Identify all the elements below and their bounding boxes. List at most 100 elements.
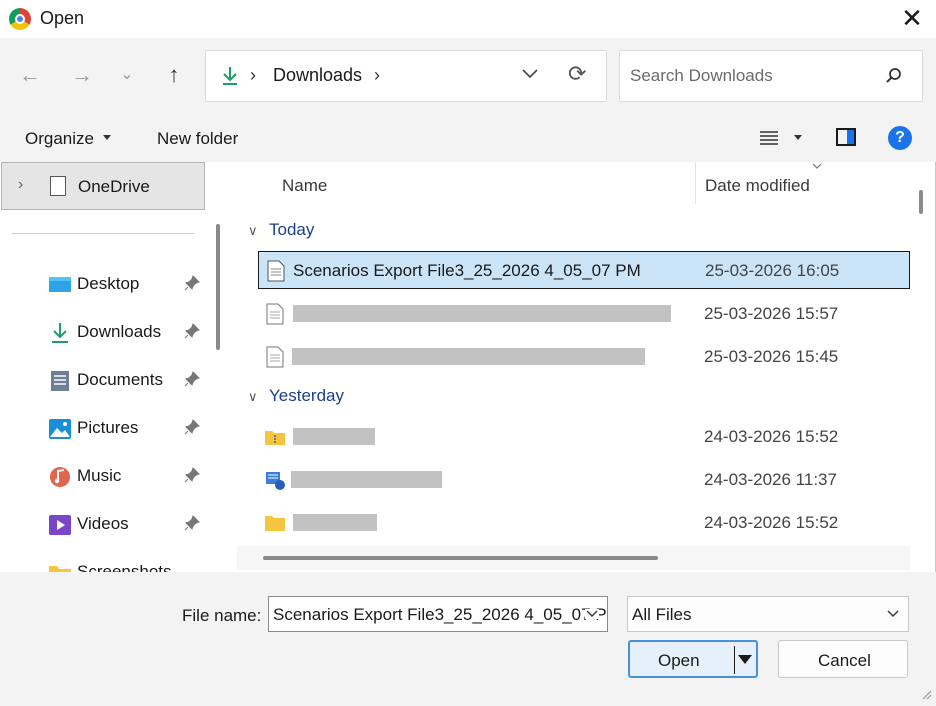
sidebar-item-label: Videos (77, 514, 129, 533)
sidebar-item-pictures[interactable]: Pictures (0, 406, 206, 450)
desktop-icon (49, 277, 71, 292)
file-row[interactable]: 24-03-2026 15:52 (258, 504, 910, 542)
sidebar-item-label: Screenshots (77, 562, 172, 572)
open-file-dialog: Open ✕ ← → ⌄ ↑ › Downloads › ⟳ Search Do… (0, 0, 936, 706)
sidebar-item-label: Music (77, 466, 122, 485)
document-icon (266, 346, 284, 368)
file-list-vertical-scrollbar[interactable] (919, 190, 923, 214)
file-type-select[interactable]: All Files (627, 596, 909, 632)
sidebar-item-music[interactable]: Music (0, 454, 206, 498)
chevron-down-icon[interactable] (886, 609, 900, 619)
zip-folder-icon (265, 431, 285, 445)
file-type-value: All Files (632, 605, 692, 624)
forward-arrow-icon[interactable]: → (68, 61, 96, 89)
open-button[interactable]: Open (628, 640, 758, 678)
breadcrumb-separator[interactable]: › (374, 65, 380, 86)
preview-pane-icon[interactable] (836, 128, 856, 146)
dialog-title: Open (40, 8, 85, 28)
file-date: 25-03-2026 15:45 (704, 347, 839, 366)
resize-grip-icon[interactable] (920, 688, 932, 702)
up-arrow-icon[interactable]: ↑ (160, 61, 188, 89)
cancel-button-label: Cancel (818, 651, 871, 670)
pin-icon[interactable] (184, 275, 200, 291)
file-row[interactable]: 25-03-2026 15:45 (258, 338, 910, 376)
file-row[interactable]: Scenarios Export File3_25_2026 4_05_07 P… (258, 251, 910, 289)
group-label: Yesterday (269, 386, 344, 405)
sidebar-item-onedrive[interactable]: › OneDrive (1, 162, 205, 210)
file-date: 25-03-2026 16:05 (705, 261, 840, 280)
download-icon (223, 67, 237, 85)
pin-icon[interactable] (184, 419, 200, 435)
view-options-icon[interactable] (760, 130, 778, 146)
address-history-chevron-icon[interactable] (520, 63, 540, 83)
organize-button[interactable]: Organize (25, 129, 94, 149)
organize-caret-icon[interactable] (103, 135, 111, 140)
search-icon[interactable] (884, 66, 904, 86)
file-list: Name Date modified ∨ Today Scenarios Expo… (234, 162, 910, 572)
help-icon[interactable]: ? (888, 126, 912, 150)
redacted-file-name (291, 471, 442, 488)
close-icon[interactable]: ✕ (898, 4, 926, 32)
title-bar: Open ✕ (0, 0, 936, 38)
breadcrumb-downloads[interactable]: Downloads (273, 65, 362, 86)
chevron-down-icon[interactable] (585, 609, 599, 619)
file-name-field[interactable]: Scenarios Export File3_25_2026 4_05_07 P… (268, 596, 608, 632)
pin-icon[interactable] (184, 371, 200, 387)
open-options-caret-icon[interactable] (738, 655, 752, 664)
file-row[interactable]: 24-03-2026 15:52 (258, 418, 910, 456)
sidebar-scrollbar[interactable] (216, 224, 220, 350)
horizontal-scrollbar-thumb[interactable] (263, 556, 658, 560)
recent-locations-chevron-icon[interactable]: ⌄ (113, 61, 141, 89)
column-header-date-modified[interactable]: Date modified (705, 176, 810, 196)
group-header-today[interactable]: ∨ Today (248, 220, 314, 240)
videos-icon (49, 515, 71, 535)
download-icon (52, 323, 68, 343)
pictures-icon (49, 419, 71, 439)
command-bar: Organize New folder ? (0, 114, 936, 162)
chrome-icon (9, 8, 31, 30)
column-divider[interactable] (695, 162, 696, 204)
breadcrumb-separator[interactable]: › (250, 65, 256, 86)
pin-icon[interactable] (184, 515, 200, 531)
column-header-name[interactable]: Name (282, 176, 327, 196)
search-box[interactable]: Search Downloads (619, 50, 923, 102)
navigation-pane: › OneDrive Desktop Downloads Documents P… (0, 162, 206, 572)
sidebar-item-videos[interactable]: Videos (0, 502, 206, 546)
documents-icon (51, 371, 69, 391)
sidebar-item-documents[interactable]: Documents (0, 358, 206, 402)
document-icon (267, 260, 285, 282)
file-date: 24-03-2026 11:37 (704, 470, 837, 489)
address-bar[interactable]: › Downloads › ⟳ (205, 50, 607, 102)
group-label: Today (269, 220, 315, 239)
pin-icon[interactable] (184, 467, 200, 483)
sort-chevron-icon (812, 163, 822, 169)
redacted-file-name (293, 305, 671, 322)
view-caret-icon[interactable] (794, 135, 802, 140)
expand-chevron-icon[interactable]: › (18, 176, 23, 194)
back-arrow-icon[interactable]: ← (16, 61, 44, 89)
sidebar-item-desktop[interactable]: Desktop (0, 262, 206, 306)
new-folder-button[interactable]: New folder (157, 129, 238, 149)
pin-icon[interactable] (184, 323, 200, 339)
collapse-chevron-icon[interactable]: ∨ (248, 223, 262, 239)
file-row[interactable]: 24-03-2026 11:37 (258, 461, 910, 499)
sidebar-item-label: Documents (77, 370, 163, 389)
group-header-yesterday[interactable]: ∨ Yesterday (248, 386, 344, 406)
refresh-icon[interactable]: ⟳ (568, 61, 586, 87)
music-icon (50, 467, 70, 487)
sidebar-item-downloads[interactable]: Downloads (0, 310, 206, 354)
document-icon (50, 176, 66, 196)
folder-icon (265, 516, 285, 531)
file-row[interactable]: 25-03-2026 15:57 (258, 295, 910, 333)
redacted-file-name (293, 514, 377, 531)
collapse-chevron-icon[interactable]: ∨ (248, 389, 262, 405)
sidebar-item-screenshots[interactable]: Screenshots (0, 550, 206, 572)
search-input[interactable]: Search Downloads (630, 66, 773, 86)
sidebar-item-label: Pictures (77, 418, 139, 437)
sidebar-item-label: Desktop (77, 274, 140, 293)
file-name-value[interactable]: Scenarios Export File3_25_2026 4_05_07 P… (273, 605, 607, 625)
redacted-file-name (293, 428, 375, 445)
redacted-file-name (292, 348, 645, 365)
sidebar-item-label: OneDrive (78, 177, 150, 196)
cancel-button[interactable]: Cancel (778, 640, 908, 678)
